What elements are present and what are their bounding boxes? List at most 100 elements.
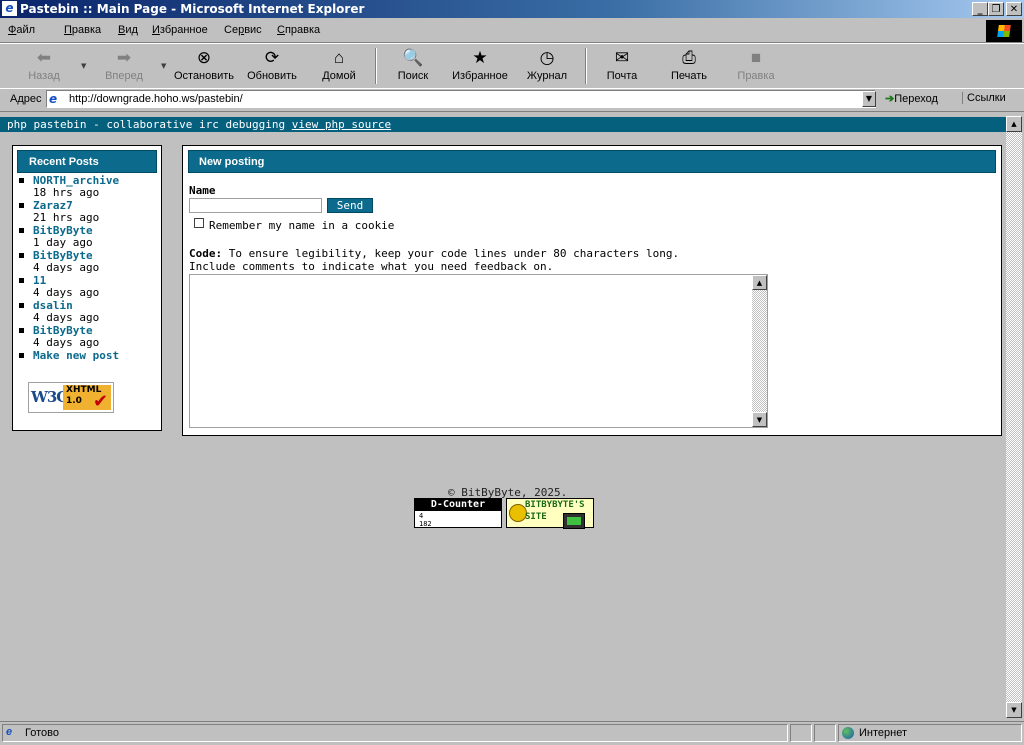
home-icon: ⌂ [333, 48, 345, 67]
go-arrow-icon: ➔ [885, 93, 895, 105]
search-icon: 🔍 [402, 48, 424, 67]
menu-favorites[interactable]: Избранное [152, 24, 208, 36]
scroll-up-icon[interactable]: ▲ [1006, 116, 1022, 132]
page-icon: e [6, 726, 13, 738]
forward-dropdown-icon[interactable]: ▼ [161, 62, 166, 70]
window-title-bar[interactable]: e Pastebin :: Main Page - Microsoft Inte… [0, 0, 1024, 18]
make-new-post-link[interactable]: Make new post [33, 350, 119, 362]
page-content: php pastebin - collaborative irc debuggi… [0, 116, 1006, 718]
remember-checkbox[interactable] [194, 218, 204, 228]
windows-logo-icon [986, 20, 1022, 42]
post-time: 18 hrs ago [33, 186, 100, 199]
globe-icon [842, 727, 854, 739]
home-button[interactable]: ⌂ Домой [307, 46, 371, 86]
new-posting-title: New posting [188, 150, 996, 173]
post-time: 4 days ago [33, 311, 100, 324]
status-pane-empty [790, 724, 812, 742]
name-label: Name [189, 184, 216, 197]
menu-tools[interactable]: Сервис [224, 24, 262, 36]
zone-text: Интернет [859, 727, 907, 739]
page-icon: e [49, 92, 58, 106]
print-button[interactable]: ⎙ Печать [657, 46, 721, 86]
view-source-link[interactable]: view php source [292, 118, 391, 131]
refresh-icon: ⟳ [264, 48, 280, 67]
forward-button[interactable]: ➡ Вперед [92, 46, 156, 86]
zone-pane: Интернет [838, 724, 1022, 742]
recent-posts-list: NORTH_archive 18 hrs ago Zaraz7 21 hrs ago… [19, 175, 119, 375]
search-button[interactable]: 🔍 Поиск [381, 46, 445, 86]
scroll-down-icon[interactable]: ▼ [1006, 702, 1022, 718]
code-label: Code: [189, 247, 223, 260]
print-icon: ⎙ [682, 48, 696, 67]
refresh-button[interactable]: ⟳ Обновить [240, 46, 304, 86]
mail-icon: ✉ [614, 48, 630, 67]
edit-button[interactable]: ■ Правка [724, 46, 788, 86]
close-button[interactable]: ✕ [1006, 2, 1022, 16]
address-label: Адрес [10, 93, 42, 105]
name-input[interactable] [189, 198, 322, 213]
list-item: BitByByte 4 days ago [19, 250, 119, 275]
checkmark-icon: ✔ [93, 391, 109, 412]
go-button[interactable]: ➔Переход [885, 92, 938, 105]
list-item: BitByByte 1 day ago [19, 225, 119, 250]
post-time: 4 days ago [33, 261, 100, 274]
list-item: Make new post [19, 350, 119, 375]
minimize-button[interactable]: _ [972, 2, 988, 16]
stop-icon: ⊗ [196, 48, 212, 67]
list-item: dsalin 4 days ago [19, 300, 119, 325]
right-arrow-icon: ➡ [116, 48, 132, 67]
stop-button[interactable]: ⊗ Остановить [172, 46, 236, 86]
back-dropdown-icon[interactable]: ▼ [81, 62, 86, 70]
links-button[interactable]: Ссылки [962, 92, 1006, 104]
counter-today: 4 [419, 512, 424, 520]
list-item: 11 4 days ago [19, 275, 119, 300]
computer-icon [563, 513, 585, 529]
standard-toolbar: ⬅ Назад ▼ ➡ Вперед ▼ ⊗ Остановить ⟳ Обно… [0, 43, 1024, 89]
history-button[interactable]: ◷ Журнал [515, 46, 579, 86]
favorites-button[interactable]: ★ Избранное [448, 46, 512, 86]
code-textarea[interactable]: ▲ ▼ [189, 274, 768, 428]
menu-bar: Файл Правка Вид Избранное Сервис Справка [0, 19, 1024, 43]
menu-file[interactable]: Файл [8, 24, 35, 36]
page-scrollbar[interactable]: ▲ ▼ [1006, 116, 1022, 718]
toolbar-separator [375, 48, 377, 84]
bitbybyte-site-badge[interactable]: BITBYBYTE'S SITE [506, 498, 594, 529]
counter-title: D-Counter [415, 499, 501, 511]
scroll-up-icon[interactable]: ▲ [752, 275, 767, 290]
post-time: 1 day ago [33, 236, 93, 249]
restore-button[interactable]: ❐ [988, 2, 1004, 16]
code-scrollbar[interactable]: ▲ ▼ [752, 275, 767, 427]
counter-total: 182 [419, 520, 432, 528]
visit-counter-badge[interactable]: D-Counter 4 182 [414, 498, 502, 528]
back-button[interactable]: ⬅ Назад [12, 46, 76, 86]
scroll-down-icon[interactable]: ▼ [752, 412, 767, 427]
favorites-icon: ★ [472, 48, 488, 67]
status-pane: e Готово [2, 724, 788, 742]
recent-posts-title: Recent Posts [17, 150, 157, 173]
post-time: 4 days ago [33, 286, 100, 299]
mail-button[interactable]: ✉ Почта [590, 46, 654, 86]
ie-logo-icon: e [2, 1, 17, 16]
code-hint: Code: To ensure legibility, keep your co… [189, 247, 680, 260]
code-hint-secondary: Include comments to indicate what you ne… [189, 260, 554, 273]
menu-help[interactable]: Справка [277, 24, 320, 36]
address-input[interactable]: e http://downgrade.hoho.ws/pastebin/ [46, 90, 876, 108]
send-button[interactable]: Send [327, 198, 373, 213]
list-item: NORTH_archive 18 hrs ago [19, 175, 119, 200]
edit-icon: ■ [750, 48, 762, 67]
site-header-bar: php pastebin - collaborative irc debuggi… [0, 117, 1006, 132]
site-tagline: php pastebin - collaborative irc debuggi… [7, 118, 292, 131]
post-time: 4 days ago [33, 336, 100, 349]
w3c-xhtml-badge[interactable]: W3C XHTML 1.0 ✔ [28, 382, 114, 413]
remember-label: Remember my name in a cookie [209, 219, 395, 232]
menu-edit[interactable]: Правка [64, 24, 101, 36]
address-bar: Адрес e http://downgrade.hoho.ws/pastebi… [0, 88, 1024, 112]
left-arrow-icon: ⬅ [36, 48, 52, 67]
menu-view[interactable]: Вид [118, 24, 138, 36]
recent-posts-panel: Recent Posts NORTH_archive 18 hrs ago Zar… [12, 145, 162, 431]
status-bar: e Готово Интернет [0, 721, 1024, 745]
address-dropdown-button[interactable]: ▼ [862, 91, 876, 107]
address-url[interactable]: http://downgrade.hoho.ws/pastebin/ [69, 93, 243, 105]
post-time: 21 hrs ago [33, 211, 100, 224]
list-item: Zaraz7 21 hrs ago [19, 200, 119, 225]
